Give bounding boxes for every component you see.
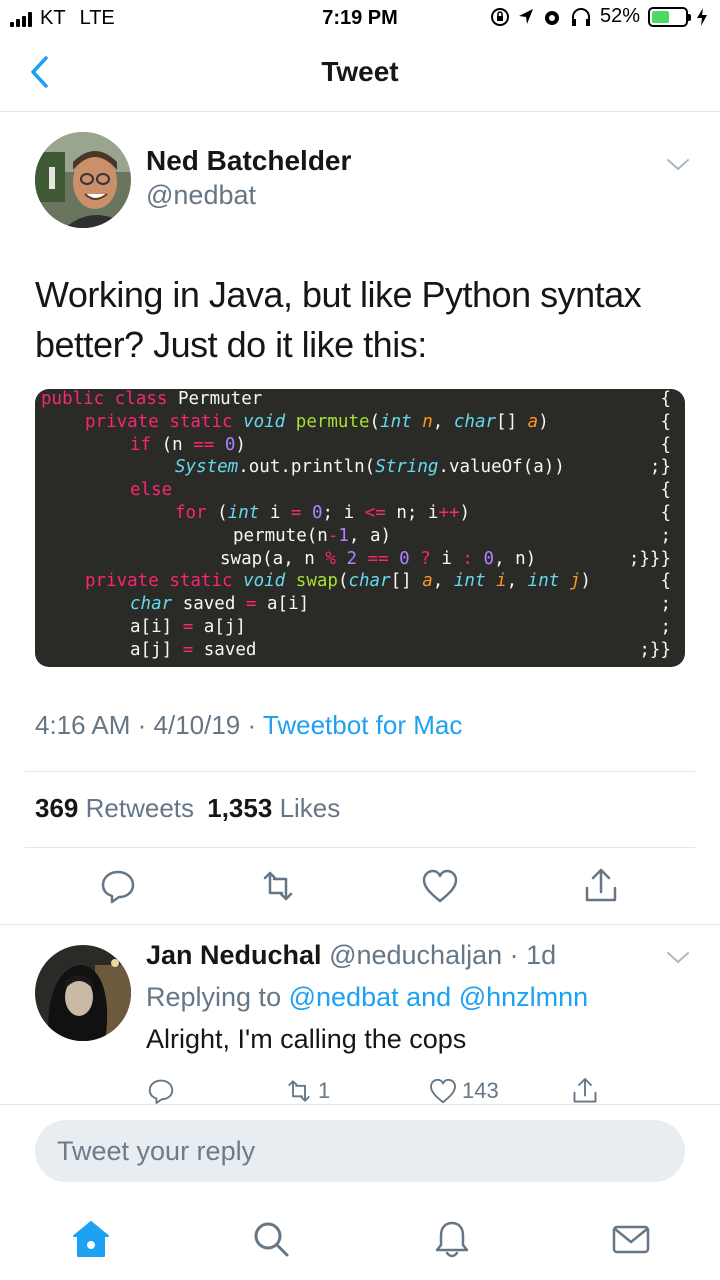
code-bracket: { <box>660 571 671 592</box>
chevron-down-icon[interactable] <box>664 948 692 968</box>
status-bar: KT LTE 7:19 PM 52% <box>0 0 720 38</box>
avatar-photo <box>35 132 131 228</box>
code-line: private static void permute(int n, char[… <box>85 411 671 432</box>
author-handle[interactable]: @nedbat <box>146 180 256 211</box>
like-count: 143 <box>462 1078 499 1103</box>
reply-text: Alright, I'm calling the cops <box>146 1024 467 1054</box>
orientation-lock-icon <box>490 7 509 26</box>
retweets-count: 369 <box>35 793 79 823</box>
retweets-stat[interactable]: 369 Retweets <box>35 793 194 823</box>
tab-bar <box>0 1200 720 1280</box>
battery-percent: 52% <box>599 5 640 27</box>
divider <box>25 771 695 772</box>
chevron-down-icon[interactable] <box>664 155 692 175</box>
notifications-icon[interactable] <box>431 1218 473 1260</box>
location-icon <box>518 8 533 24</box>
tweet-meta: 4:16 AM · 4/10/19 · Tweetbot for Mac <box>35 710 462 741</box>
reply-icon[interactable] <box>98 866 138 906</box>
code-line: private static void swap(char[] a, int i… <box>85 571 671 592</box>
charging-icon <box>697 7 707 26</box>
share-icon <box>573 1078 597 1103</box>
reply-like-action[interactable]: 143 <box>428 1074 499 1108</box>
code-line: for (int i = 0; i <= n; i++){ <box>175 503 671 523</box>
author-name[interactable]: Ned Batchelder <box>146 145 351 177</box>
code-bracket: ; <box>660 594 671 615</box>
code-bracket: ;}} <box>639 639 671 660</box>
page-title: Tweet <box>321 56 399 87</box>
alarm-icon <box>544 10 559 25</box>
tweet-time: 4:16 AM <box>35 710 131 740</box>
tweet-text: Working in Java, but like Python syntax … <box>35 274 642 365</box>
reply-author-handle[interactable]: @neduchaljan <box>329 940 502 970</box>
replying-to: Replying to @nedbat and @hnzlmnn <box>146 982 588 1013</box>
search-icon[interactable] <box>250 1218 292 1260</box>
code-line: if (n == 0){ <box>130 434 671 455</box>
meta-separator: · <box>502 940 527 970</box>
code-line: else{ <box>130 480 671 501</box>
code-screenshot-image[interactable]: public class Permuter{ private static vo… <box>35 389 685 667</box>
status-right: 52% <box>490 5 708 28</box>
like-heart-icon <box>430 1078 456 1104</box>
meta-separator: · <box>240 710 263 740</box>
code-bracket: { <box>660 411 671 432</box>
code-line: public class Permuter{ <box>41 389 671 409</box>
nav-header: Tweet <box>0 38 720 112</box>
code-line: a[i] = a[j]; <box>130 617 671 637</box>
reply-share-action[interactable] <box>570 1074 600 1108</box>
retweet-icon <box>288 1080 310 1102</box>
code-line: System.out.println(String.valueOf(a));} <box>175 457 671 478</box>
code-bracket: { <box>660 503 671 523</box>
divider <box>25 847 695 848</box>
battery-level <box>652 10 669 23</box>
home-icon[interactable] <box>70 1218 112 1260</box>
code-bracket: { <box>660 434 671 455</box>
tweet-source-link[interactable]: Tweetbot for Mac <box>263 710 462 740</box>
tweet-stats: 369 Retweets 1,353 Likes <box>35 793 340 824</box>
tweet-reply-input[interactable] <box>35 1120 685 1182</box>
tweet-date: 4/10/19 <box>153 710 241 740</box>
reply-header: Jan Neduchal @neduchaljan · 1d <box>146 940 556 971</box>
like-heart-icon[interactable] <box>420 866 460 906</box>
mention-link[interactable]: @hnzlmnn <box>459 982 588 1012</box>
tweet-actions <box>0 866 720 906</box>
code-bracket: { <box>660 480 671 501</box>
likes-label: Likes <box>279 793 341 823</box>
messages-icon[interactable] <box>610 1218 652 1260</box>
battery-icon <box>648 6 691 27</box>
meta-separator: · <box>130 710 154 740</box>
author-avatar[interactable] <box>35 132 131 228</box>
reply-retweet-action[interactable]: 1 <box>284 1074 330 1108</box>
mention-link[interactable]: @nedbat <box>289 982 399 1012</box>
replying-prefix: Replying to <box>146 982 282 1012</box>
headphones-icon <box>571 7 590 26</box>
reply-reply-action[interactable] <box>146 1074 176 1108</box>
share-icon[interactable] <box>581 866 621 906</box>
likes-count: 1,353 <box>207 793 273 823</box>
section-divider <box>0 924 720 925</box>
reply-author-avatar[interactable] <box>35 945 131 1041</box>
section-divider <box>0 1104 720 1105</box>
replying-and[interactable]: and <box>406 982 451 1012</box>
retweet-count: 1 <box>318 1078 331 1103</box>
retweet-icon[interactable] <box>258 866 298 906</box>
code-bracket: ; <box>660 617 671 637</box>
code-bracket: ;} <box>649 457 671 478</box>
reply-age: 1d <box>526 940 557 970</box>
retweets-label: Retweets <box>85 793 195 823</box>
reply-author-name[interactable]: Jan Neduchal <box>146 940 322 970</box>
code-bracket: ;}}} <box>628 548 671 569</box>
avatar-photo <box>35 945 131 1041</box>
reply-icon <box>148 1079 174 1104</box>
code-line: char saved = a[i]; <box>130 594 671 615</box>
code-line: permute(n-1, a); <box>233 525 671 546</box>
code-line: swap(a, n % 2 == 0 ? i : 0, n);}}} <box>220 548 671 569</box>
code-bracket: { <box>660 389 671 409</box>
code-bracket: ; <box>660 525 671 546</box>
likes-stat[interactable]: 1,353 Likes <box>207 793 340 823</box>
code-line: a[j] = saved;}} <box>130 639 671 660</box>
